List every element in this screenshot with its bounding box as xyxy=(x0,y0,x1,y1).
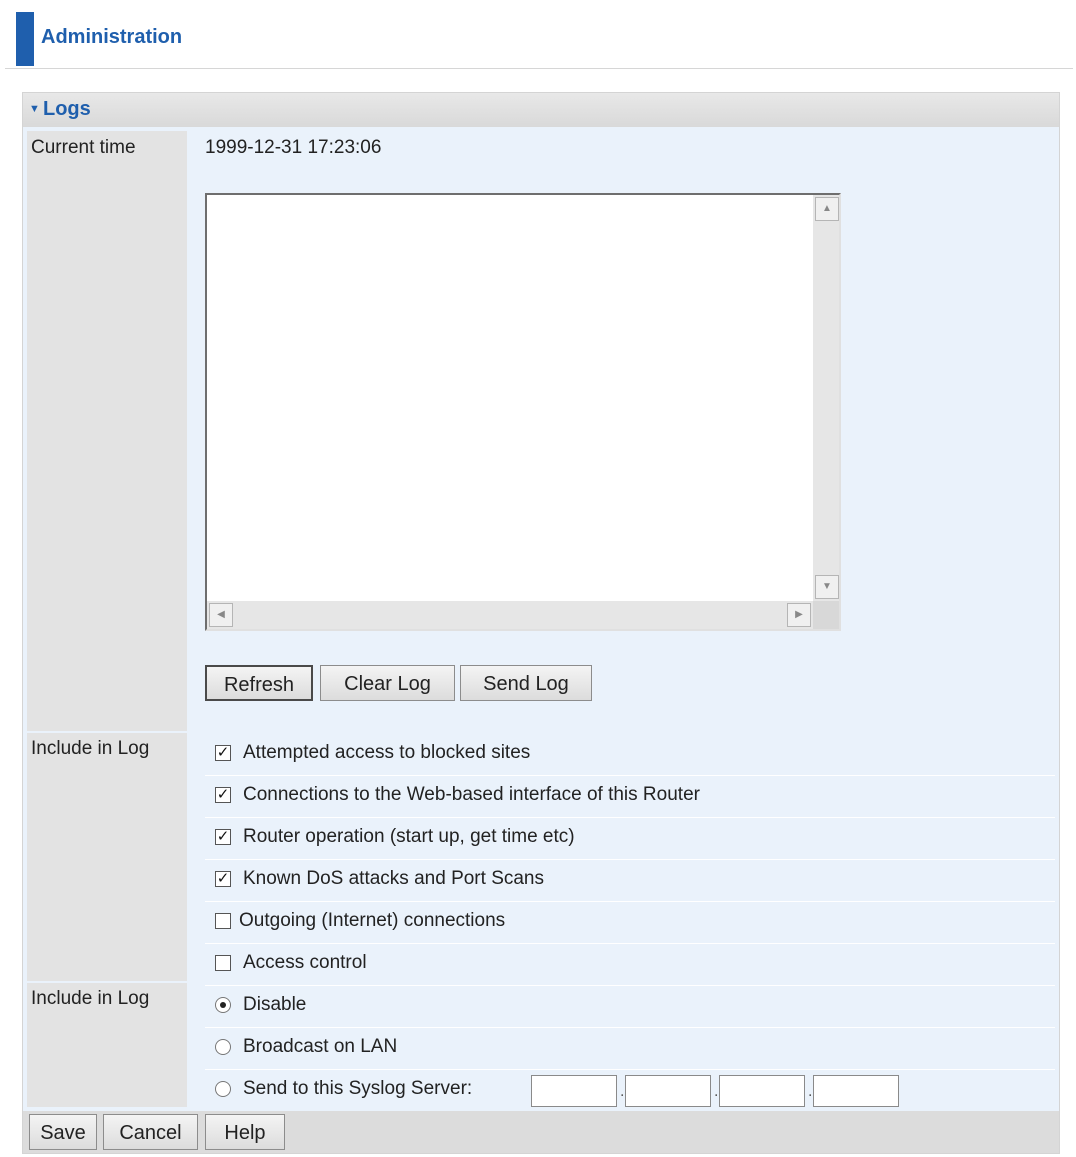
ip-separator: . xyxy=(620,1083,625,1100)
option-label: Disable xyxy=(243,994,307,1015)
clear-log-button[interactable]: Clear Log xyxy=(320,665,455,701)
checkbox-dos-attacks[interactable]: ✓ xyxy=(215,871,231,887)
ip-separator: . xyxy=(808,1083,813,1100)
checkbox-access-control[interactable] xyxy=(215,955,231,971)
current-time-label: Current time xyxy=(31,137,136,158)
section-header-logs[interactable]: ▼ Logs xyxy=(23,93,1059,127)
syslog-option-row: Broadcast on LAN xyxy=(205,1029,1055,1070)
collapse-triangle-icon[interactable]: ▼ xyxy=(29,103,40,115)
log-option-row: Access control xyxy=(205,945,1055,986)
option-label: Send to this Syslog Server: xyxy=(243,1078,473,1099)
page-header: Administration xyxy=(5,4,1073,69)
radio-broadcast-lan[interactable] xyxy=(215,1039,231,1055)
header-accent-bar xyxy=(16,12,34,66)
scroll-right-icon[interactable]: ▶ xyxy=(787,603,811,627)
section-title[interactable]: Logs xyxy=(43,98,91,121)
label-cell-include-in-log xyxy=(27,733,187,981)
syslog-ip-octet-2[interactable] xyxy=(625,1075,711,1107)
log-option-row: ✓ Connections to the Web-based interface… xyxy=(205,777,1055,818)
logs-panel: ▼ Logs Current time 1999-12-31 17:23:06 … xyxy=(22,92,1060,1154)
log-option-row: ✓ Attempted access to blocked sites xyxy=(205,735,1055,776)
option-label: Outgoing (Internet) connections xyxy=(239,910,506,931)
scroll-down-icon[interactable]: ▼ xyxy=(815,575,839,599)
scroll-up-icon[interactable]: ▲ xyxy=(815,197,839,221)
option-label: Attempted access to blocked sites xyxy=(243,742,531,763)
syslog-ip-octet-1[interactable] xyxy=(531,1075,617,1107)
send-log-button[interactable]: Send Log xyxy=(460,665,592,701)
option-label: Broadcast on LAN xyxy=(243,1036,398,1057)
checkbox-outgoing-connections[interactable] xyxy=(215,913,231,929)
scroll-left-icon[interactable]: ◀ xyxy=(209,603,233,627)
label-cell-current-time xyxy=(27,131,187,731)
vertical-scrollbar[interactable]: ▲ ▼ xyxy=(813,195,839,601)
include-in-log-label: Include in Log xyxy=(31,738,150,759)
checkbox-blocked-sites[interactable]: ✓ xyxy=(215,745,231,761)
save-button[interactable]: Save xyxy=(29,1114,97,1150)
current-time-value: 1999-12-31 17:23:06 xyxy=(205,137,382,158)
option-label: Router operation (start up, get time etc… xyxy=(243,826,575,847)
syslog-ip-octet-4[interactable] xyxy=(813,1075,899,1107)
scrollbar-corner xyxy=(813,601,839,629)
radio-syslog-server[interactable] xyxy=(215,1081,231,1097)
log-option-row: ✓ Known DoS attacks and Port Scans xyxy=(205,861,1055,902)
ip-separator: . xyxy=(714,1083,719,1100)
syslog-ip-octet-3[interactable] xyxy=(719,1075,805,1107)
cancel-button[interactable]: Cancel xyxy=(103,1114,198,1150)
horizontal-scrollbar[interactable]: ◀ ▶ xyxy=(207,601,813,629)
checkbox-router-operation[interactable]: ✓ xyxy=(215,829,231,845)
log-option-row: ✓ Router operation (start up, get time e… xyxy=(205,819,1055,860)
option-label: Known DoS attacks and Port Scans xyxy=(243,868,544,889)
log-option-row: Outgoing (Internet) connections xyxy=(205,903,1055,944)
syslog-label: Include in Log xyxy=(31,988,150,1009)
refresh-button[interactable]: Refresh xyxy=(205,665,313,701)
option-label: Connections to the Web-based interface o… xyxy=(243,784,700,805)
page-title: Administration xyxy=(41,26,183,48)
option-label: Access control xyxy=(243,952,367,973)
radio-disable[interactable] xyxy=(215,997,231,1013)
footer-bar: Save Cancel Help xyxy=(23,1111,1059,1153)
log-textarea[interactable]: ▲ ▼ ◀ ▶ xyxy=(205,193,841,631)
syslog-option-row: Disable xyxy=(205,987,1055,1028)
syslog-option-row: Send to this Syslog Server: . . . xyxy=(205,1071,1055,1112)
checkbox-web-interface[interactable]: ✓ xyxy=(215,787,231,803)
help-button[interactable]: Help xyxy=(205,1114,285,1150)
